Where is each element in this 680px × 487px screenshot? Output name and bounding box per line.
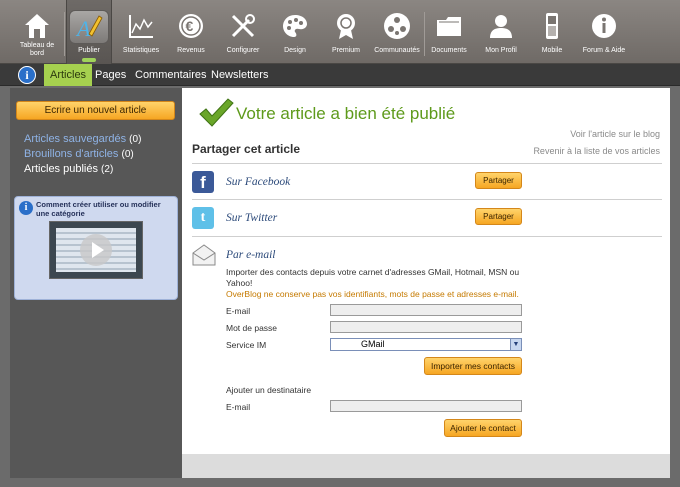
facebook-label: Sur Facebook xyxy=(226,176,291,188)
main-content: Votre article a bien été publié Voir l'a… xyxy=(182,88,670,454)
toolbar-item-forum-help[interactable]: Forum & Aide xyxy=(579,0,629,64)
sidebar-item-published[interactable]: Articles publiés (2) xyxy=(24,162,113,177)
sidebar-item-label: Brouillons d'articles xyxy=(24,148,119,160)
toolbar-item-profile[interactable]: Mon Profil xyxy=(477,0,525,64)
top-toolbar: Tableau de bord A Publier Statistiques €… xyxy=(0,0,680,64)
toolbar-label: Tableau de bord xyxy=(19,42,55,57)
house-icon xyxy=(25,14,49,38)
toolbar-label: Design xyxy=(284,47,306,54)
service-select-value: GMail xyxy=(361,339,385,349)
facebook-icon: f xyxy=(192,171,214,193)
twitter-label: Sur Twitter xyxy=(226,212,278,224)
privacy-warning: OverBlog ne conserve pas vos identifiant… xyxy=(226,289,519,299)
chevron-down-icon[interactable]: ▼ xyxy=(510,339,521,350)
tab-comments[interactable]: Commentaires xyxy=(129,64,213,86)
svg-text:€: € xyxy=(186,18,194,34)
email-section-title: Par e-mail xyxy=(226,249,276,261)
toolbar-item-design[interactable]: Design xyxy=(272,0,318,64)
help-video-thumbnail[interactable] xyxy=(49,221,143,279)
svg-text:A: A xyxy=(75,16,91,40)
checkmark-icon xyxy=(199,98,234,127)
toolbar-label: Premium xyxy=(331,47,360,54)
divider xyxy=(192,236,662,237)
toolbar-label: Mon Profil xyxy=(485,47,517,54)
info-icon: i xyxy=(19,201,33,215)
divider xyxy=(192,163,662,164)
content-footer xyxy=(182,454,670,478)
email-label: E-mail xyxy=(226,306,251,316)
new-article-button[interactable]: Ecrire un nouvel article xyxy=(16,101,175,120)
toolbar-label: Revenus xyxy=(177,47,205,54)
divider xyxy=(192,199,662,200)
play-icon[interactable] xyxy=(80,234,112,266)
back-to-list-link[interactable]: Revenir à la liste de vos articles xyxy=(533,146,660,156)
help-text[interactable]: Comment créer utiliser ou modifier une c… xyxy=(36,200,172,218)
sidebar-item-count: (0) xyxy=(129,134,142,145)
add-recipient-label: Ajouter un destinataire xyxy=(226,385,312,395)
pencil-icon: A xyxy=(75,15,103,40)
sidebar-item-drafts[interactable]: Brouillons d'articles (0) xyxy=(24,147,134,162)
chart-icon xyxy=(129,15,153,38)
twitter-icon: t xyxy=(192,207,214,229)
sidebar-item-count: (2) xyxy=(101,164,114,175)
toolbar-label: Mobile xyxy=(541,47,563,54)
medal-icon xyxy=(337,14,355,39)
sidebar-item-count: (0) xyxy=(121,149,134,160)
password-label: Mot de passe xyxy=(226,323,278,333)
service-label: Service IM xyxy=(226,340,267,350)
folder-icon xyxy=(437,17,461,36)
user-icon xyxy=(490,15,512,38)
toolbar-item-premium[interactable]: Premium xyxy=(323,0,369,64)
share-title: Partager cet article xyxy=(192,142,301,156)
toolbar-separator xyxy=(424,12,425,56)
import-contacts-button[interactable]: Importer mes contacts xyxy=(424,357,522,375)
toolbar-item-communities[interactable]: Communautés xyxy=(373,0,421,64)
sidebar-item-saved-articles[interactable]: Articles sauvegardés (0) xyxy=(24,132,141,147)
toolbar-label: Statistiques xyxy=(122,47,160,54)
service-select[interactable]: GMail ▼ xyxy=(330,338,522,351)
toolbar-label: Forum & Aide xyxy=(582,47,626,54)
add-contact-button[interactable]: Ajouter le contact xyxy=(444,419,522,437)
info-icon xyxy=(592,14,616,38)
tab-newsletters[interactable]: Newsletters xyxy=(205,64,274,86)
toolbar-item-documents[interactable]: Documents xyxy=(426,0,472,64)
euro-icon: € xyxy=(179,14,203,38)
community-icon xyxy=(384,13,410,39)
view-article-link[interactable]: Voir l'article sur le blog xyxy=(570,129,660,139)
sub-navigation: i Articles Pages Commentaires Newsletter… xyxy=(0,64,680,86)
toolbar-label: Publier xyxy=(78,47,100,54)
envelope-icon xyxy=(192,244,216,266)
toolbar-label: Documents xyxy=(431,47,467,54)
toolbar-item-statistics[interactable]: Statistiques xyxy=(118,0,164,64)
tools-icon xyxy=(231,14,255,38)
tab-pages[interactable]: Pages xyxy=(89,64,132,86)
email-description: Importer des contacts depuis votre carne… xyxy=(226,267,520,288)
recipient-email-label: E-mail xyxy=(226,402,251,412)
palette-icon xyxy=(283,15,307,37)
phone-icon xyxy=(546,13,558,39)
share-facebook-button[interactable]: Partager xyxy=(475,172,522,189)
sidebar-item-label: Articles sauvegardés xyxy=(24,133,127,145)
active-indicator xyxy=(82,58,96,62)
toolbar-label: Communautés xyxy=(374,47,420,54)
password-field[interactable] xyxy=(330,321,522,333)
page-title: Votre article a bien été publié xyxy=(236,104,456,123)
left-sidebar: Ecrire un nouvel article Articles sauveg… xyxy=(10,88,190,478)
share-twitter-button[interactable]: Partager xyxy=(475,208,522,225)
toolbar-separator xyxy=(64,12,65,56)
email-field[interactable] xyxy=(330,304,522,316)
toolbar-label: Configurer xyxy=(226,47,260,54)
recipient-email-field[interactable] xyxy=(330,400,522,412)
toolbar-item-revenue[interactable]: € Revenus xyxy=(168,0,214,64)
toolbar-item-dashboard[interactable]: Tableau de bord xyxy=(14,0,60,64)
info-icon[interactable]: i xyxy=(18,66,36,84)
help-box: i Comment créer utiliser ou modifier une… xyxy=(14,196,178,300)
tab-articles[interactable]: Articles xyxy=(44,64,93,86)
toolbar-item-mobile[interactable]: Mobile xyxy=(529,0,575,64)
toolbar-item-publish[interactable]: A Publier xyxy=(66,0,112,64)
toolbar-item-configure[interactable]: Configurer xyxy=(220,0,266,64)
sidebar-item-label: Articles publiés xyxy=(24,163,98,175)
